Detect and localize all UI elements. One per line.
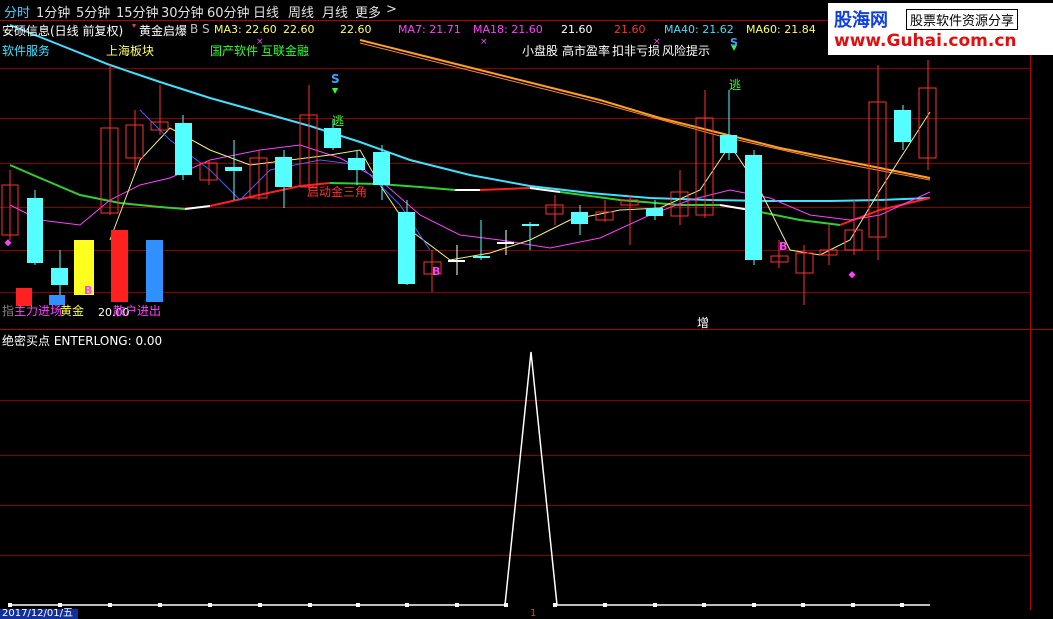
retail-bar [146,240,163,302]
buy-mark: B [779,240,788,253]
gold-label: 黄金 [60,304,85,318]
logo-url: www.Guhai.com.cn [834,31,1017,51]
logo-tagline: 股票软件资源分享 [906,9,1019,30]
retail-label: 散户进出 [113,304,162,318]
ma40-value: MA40: 21.62 [664,23,734,36]
escape-mark: 逃 [729,78,742,92]
escape-mark: 逃 [332,114,345,128]
increase-label: 增 [697,316,710,330]
stock-title: 安硕信息(日线 前复权) [2,24,124,38]
indicator-name: 黄金启爆 [139,24,188,38]
cursor-date: 2017/12/01/五 [2,608,74,619]
cursor-marker: 1 [530,608,537,619]
guhai-logo: 股海网 股票软件资源分享 www.Guhai.com.cn [828,3,1053,55]
concept-shanghai: 上海板块 [106,44,155,58]
ma-dup-value: 21.60 [561,23,593,36]
bs-label: B S [190,22,210,36]
buy-mark: B [84,284,93,297]
ma60-value: MA60: 21.84 [746,23,816,36]
buy-mark: B [432,265,441,278]
logo-brand: 股海网 [834,10,888,31]
tag-high-pe: 高市盈率 [562,44,611,58]
ma3-dup-value: 22.60 [340,23,372,36]
ma3-value: MA3: 22.60 [214,23,277,36]
ma60-line [359,39,931,179]
concept-software: 软件服务 [2,44,51,58]
main-force-label: 主力进场 [14,304,63,318]
sell-mark: S [730,36,738,49]
ma7-value: MA7: 21.71 [398,23,461,36]
tag-small-cap: 小盘股 [522,44,559,58]
tag-loss: 扣非亏损 [612,44,661,58]
enterlong-line [10,351,930,606]
ma3-dup-value: 22.60 [283,23,315,36]
sell-mark: S [331,72,340,86]
ma3-line [109,111,931,261]
ma-dup-value: 21.60 [614,23,646,36]
tag-risk: 风险提示 [662,44,711,58]
svg-text:×: × [480,37,488,47]
lower-panel-title: 绝密买点 ENTERLONG: 0.00 [2,334,163,348]
ma7-line [9,144,931,249]
ma18-value: MA18: 21.60 [473,23,543,36]
start-triangle-label: 启动金三角 [307,185,368,199]
concept-internet-finance: 互联金融 [261,44,310,58]
index-label: 指 [2,304,15,318]
concept-domestic-software: 国产软件 [210,44,259,58]
